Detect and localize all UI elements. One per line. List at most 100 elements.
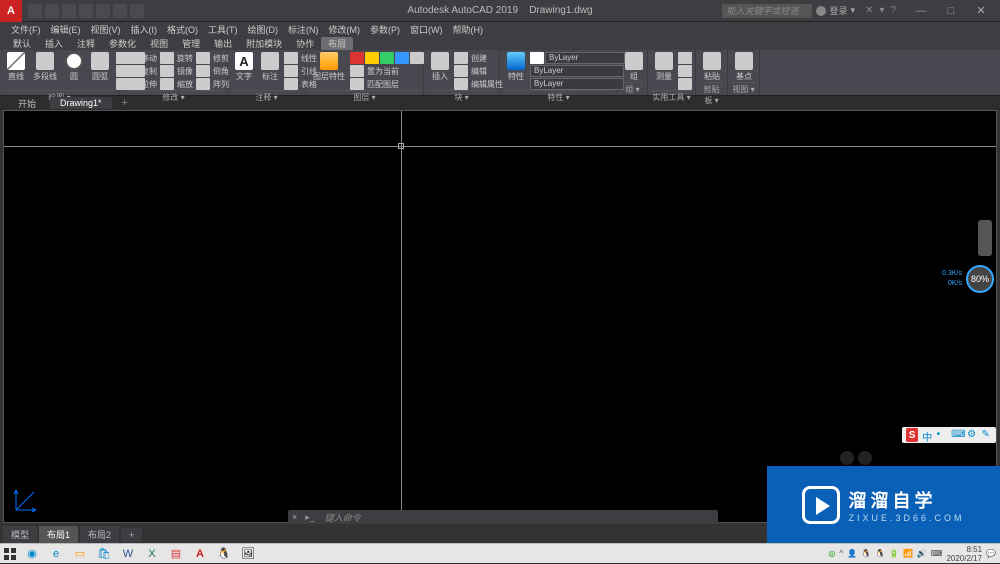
- text-button[interactable]: A文字: [232, 52, 256, 82]
- tab-addins[interactable]: 附加模块: [239, 37, 289, 50]
- qat-undo-icon[interactable]: [113, 4, 127, 18]
- filetab-add[interactable]: +: [116, 97, 134, 109]
- qat-open-icon[interactable]: [45, 4, 59, 18]
- menu-tools[interactable]: 工具(T): [203, 23, 243, 36]
- linear-icon[interactable]: [284, 52, 298, 64]
- tray-clock[interactable]: 8:51 2020/2/17: [946, 545, 982, 563]
- tray-people-icon[interactable]: 👤: [847, 549, 857, 558]
- menu-format[interactable]: 格式(O): [162, 23, 203, 36]
- menu-draw[interactable]: 绘图(D): [243, 23, 284, 36]
- tray-qq2-icon[interactable]: 🐧: [875, 549, 885, 558]
- filetab-drawing1[interactable]: Drawing1*: [50, 97, 112, 109]
- tb-excel-icon[interactable]: X: [142, 546, 162, 562]
- tb-pdf-icon[interactable]: ▤: [166, 546, 186, 562]
- tray-ime-icon[interactable]: ⌨: [931, 549, 943, 558]
- ime-tool-icon[interactable]: ⚙: [967, 429, 977, 441]
- layer-props-button[interactable]: 图层特性: [310, 52, 348, 82]
- navigation-bar[interactable]: [978, 220, 992, 256]
- qat-plot-icon[interactable]: [96, 4, 110, 18]
- menu-window[interactable]: 窗口(W): [405, 23, 448, 36]
- edit-attr-icon[interactable]: [454, 78, 468, 90]
- menu-help[interactable]: 帮助(H): [448, 23, 489, 36]
- polyline-button[interactable]: 多段线: [30, 52, 60, 82]
- tab-collab[interactable]: 协作: [289, 37, 321, 50]
- stretch-icon[interactable]: [124, 78, 138, 90]
- tray-net-icon[interactable]: 📶: [903, 549, 913, 558]
- tab-view[interactable]: 视图: [143, 37, 175, 50]
- tray-battery-icon[interactable]: 🔋: [889, 549, 899, 558]
- tray-sound-icon[interactable]: 🔊: [917, 549, 927, 558]
- edit-block-icon[interactable]: [454, 65, 468, 77]
- tab-add[interactable]: +: [121, 528, 142, 542]
- group-button[interactable]: 组: [622, 52, 646, 82]
- color-swatch-icon[interactable]: [530, 52, 544, 64]
- qat-redo-icon[interactable]: [130, 4, 144, 18]
- lt-icon[interactable]: [380, 52, 394, 64]
- tb-store-icon[interactable]: 🛍: [94, 546, 114, 562]
- tab-annotate[interactable]: 注释: [70, 37, 102, 50]
- tb-explorer-icon[interactable]: ▭: [70, 546, 90, 562]
- copy-icon[interactable]: [124, 65, 138, 77]
- matchlayer-icon[interactable]: [350, 78, 364, 90]
- media-prev-icon[interactable]: [840, 451, 854, 465]
- exchange-icon[interactable]: ✕: [865, 5, 873, 16]
- fillet-icon[interactable]: [196, 65, 210, 77]
- paste-button[interactable]: 粘贴: [700, 52, 724, 82]
- menu-file[interactable]: 文件(F): [6, 23, 46, 36]
- qat-new-icon[interactable]: [28, 4, 42, 18]
- qat-saveas-icon[interactable]: [79, 4, 93, 18]
- login-button[interactable]: 登录 ▾: [816, 4, 855, 17]
- tb-photos-icon[interactable]: 🖼: [238, 546, 258, 562]
- menu-dimension[interactable]: 标注(N): [283, 23, 324, 36]
- color-icon[interactable]: [350, 52, 364, 64]
- help-icon[interactable]: ?: [890, 5, 896, 16]
- ime-cn-icon[interactable]: 中: [922, 429, 932, 441]
- close-button[interactable]: ✕: [966, 0, 996, 22]
- tray-chevron-icon[interactable]: ^: [839, 549, 843, 558]
- arc-button[interactable]: 圆弧: [88, 52, 112, 82]
- array-icon[interactable]: [196, 78, 210, 90]
- tray-qq1-icon[interactable]: 🐧: [861, 549, 871, 558]
- sogou-icon[interactable]: S: [906, 428, 918, 442]
- menu-view[interactable]: 视图(V): [86, 23, 126, 36]
- insert-block-button[interactable]: 插入: [428, 52, 452, 82]
- ime-toolbar[interactable]: S 中 • ⌨ ⚙ ✎: [902, 427, 996, 443]
- linetype-combo[interactable]: ByLayer: [530, 78, 624, 90]
- app-logo[interactable]: A: [0, 0, 22, 22]
- table-icon[interactable]: [284, 78, 298, 90]
- basepoint-button[interactable]: 基点: [732, 52, 756, 82]
- lock-icon[interactable]: [410, 52, 424, 64]
- tab-layout1[interactable]: 布局1: [39, 526, 78, 543]
- circle-button[interactable]: 圆: [62, 52, 86, 82]
- util-icon2[interactable]: [678, 65, 692, 77]
- tab-manage[interactable]: 管理: [175, 37, 207, 50]
- create-block-icon[interactable]: [454, 52, 468, 64]
- tray-notification-icon[interactable]: 💬: [986, 549, 996, 558]
- filetab-start[interactable]: 开始: [8, 96, 46, 111]
- dimension-button[interactable]: 标注: [258, 52, 282, 82]
- setcurrent-icon[interactable]: [350, 65, 364, 77]
- leader-icon[interactable]: [284, 65, 298, 77]
- menu-parametric[interactable]: 参数(P): [365, 23, 405, 36]
- command-line[interactable]: × ▸_ 键入命令: [288, 510, 718, 524]
- tab-insert[interactable]: 插入: [38, 37, 70, 50]
- qat-save-icon[interactable]: [62, 4, 76, 18]
- ime-punct-icon[interactable]: •: [937, 429, 947, 441]
- trim-icon[interactable]: [196, 52, 210, 64]
- tab-layout[interactable]: 布局: [321, 37, 353, 50]
- lineweight-combo[interactable]: ByLayer: [530, 65, 624, 77]
- tb-edge-icon[interactable]: e: [46, 546, 66, 562]
- ime-keyboard-icon[interactable]: ⌨: [951, 429, 963, 441]
- lf-icon[interactable]: [395, 52, 409, 64]
- tab-model[interactable]: 模型: [3, 526, 37, 543]
- move-icon[interactable]: [124, 52, 138, 64]
- menu-modify[interactable]: 修改(M): [324, 23, 366, 36]
- media-next-icon[interactable]: [858, 451, 872, 465]
- maximize-button[interactable]: □: [936, 0, 966, 22]
- tab-layout2[interactable]: 布局2: [80, 526, 119, 543]
- measure-button[interactable]: 测量: [652, 52, 676, 82]
- minimize-button[interactable]: —: [906, 0, 936, 22]
- ime-skin-icon[interactable]: ✎: [982, 429, 992, 441]
- tab-default[interactable]: 默认: [6, 37, 38, 50]
- tb-browser-icon[interactable]: ◉: [22, 546, 42, 562]
